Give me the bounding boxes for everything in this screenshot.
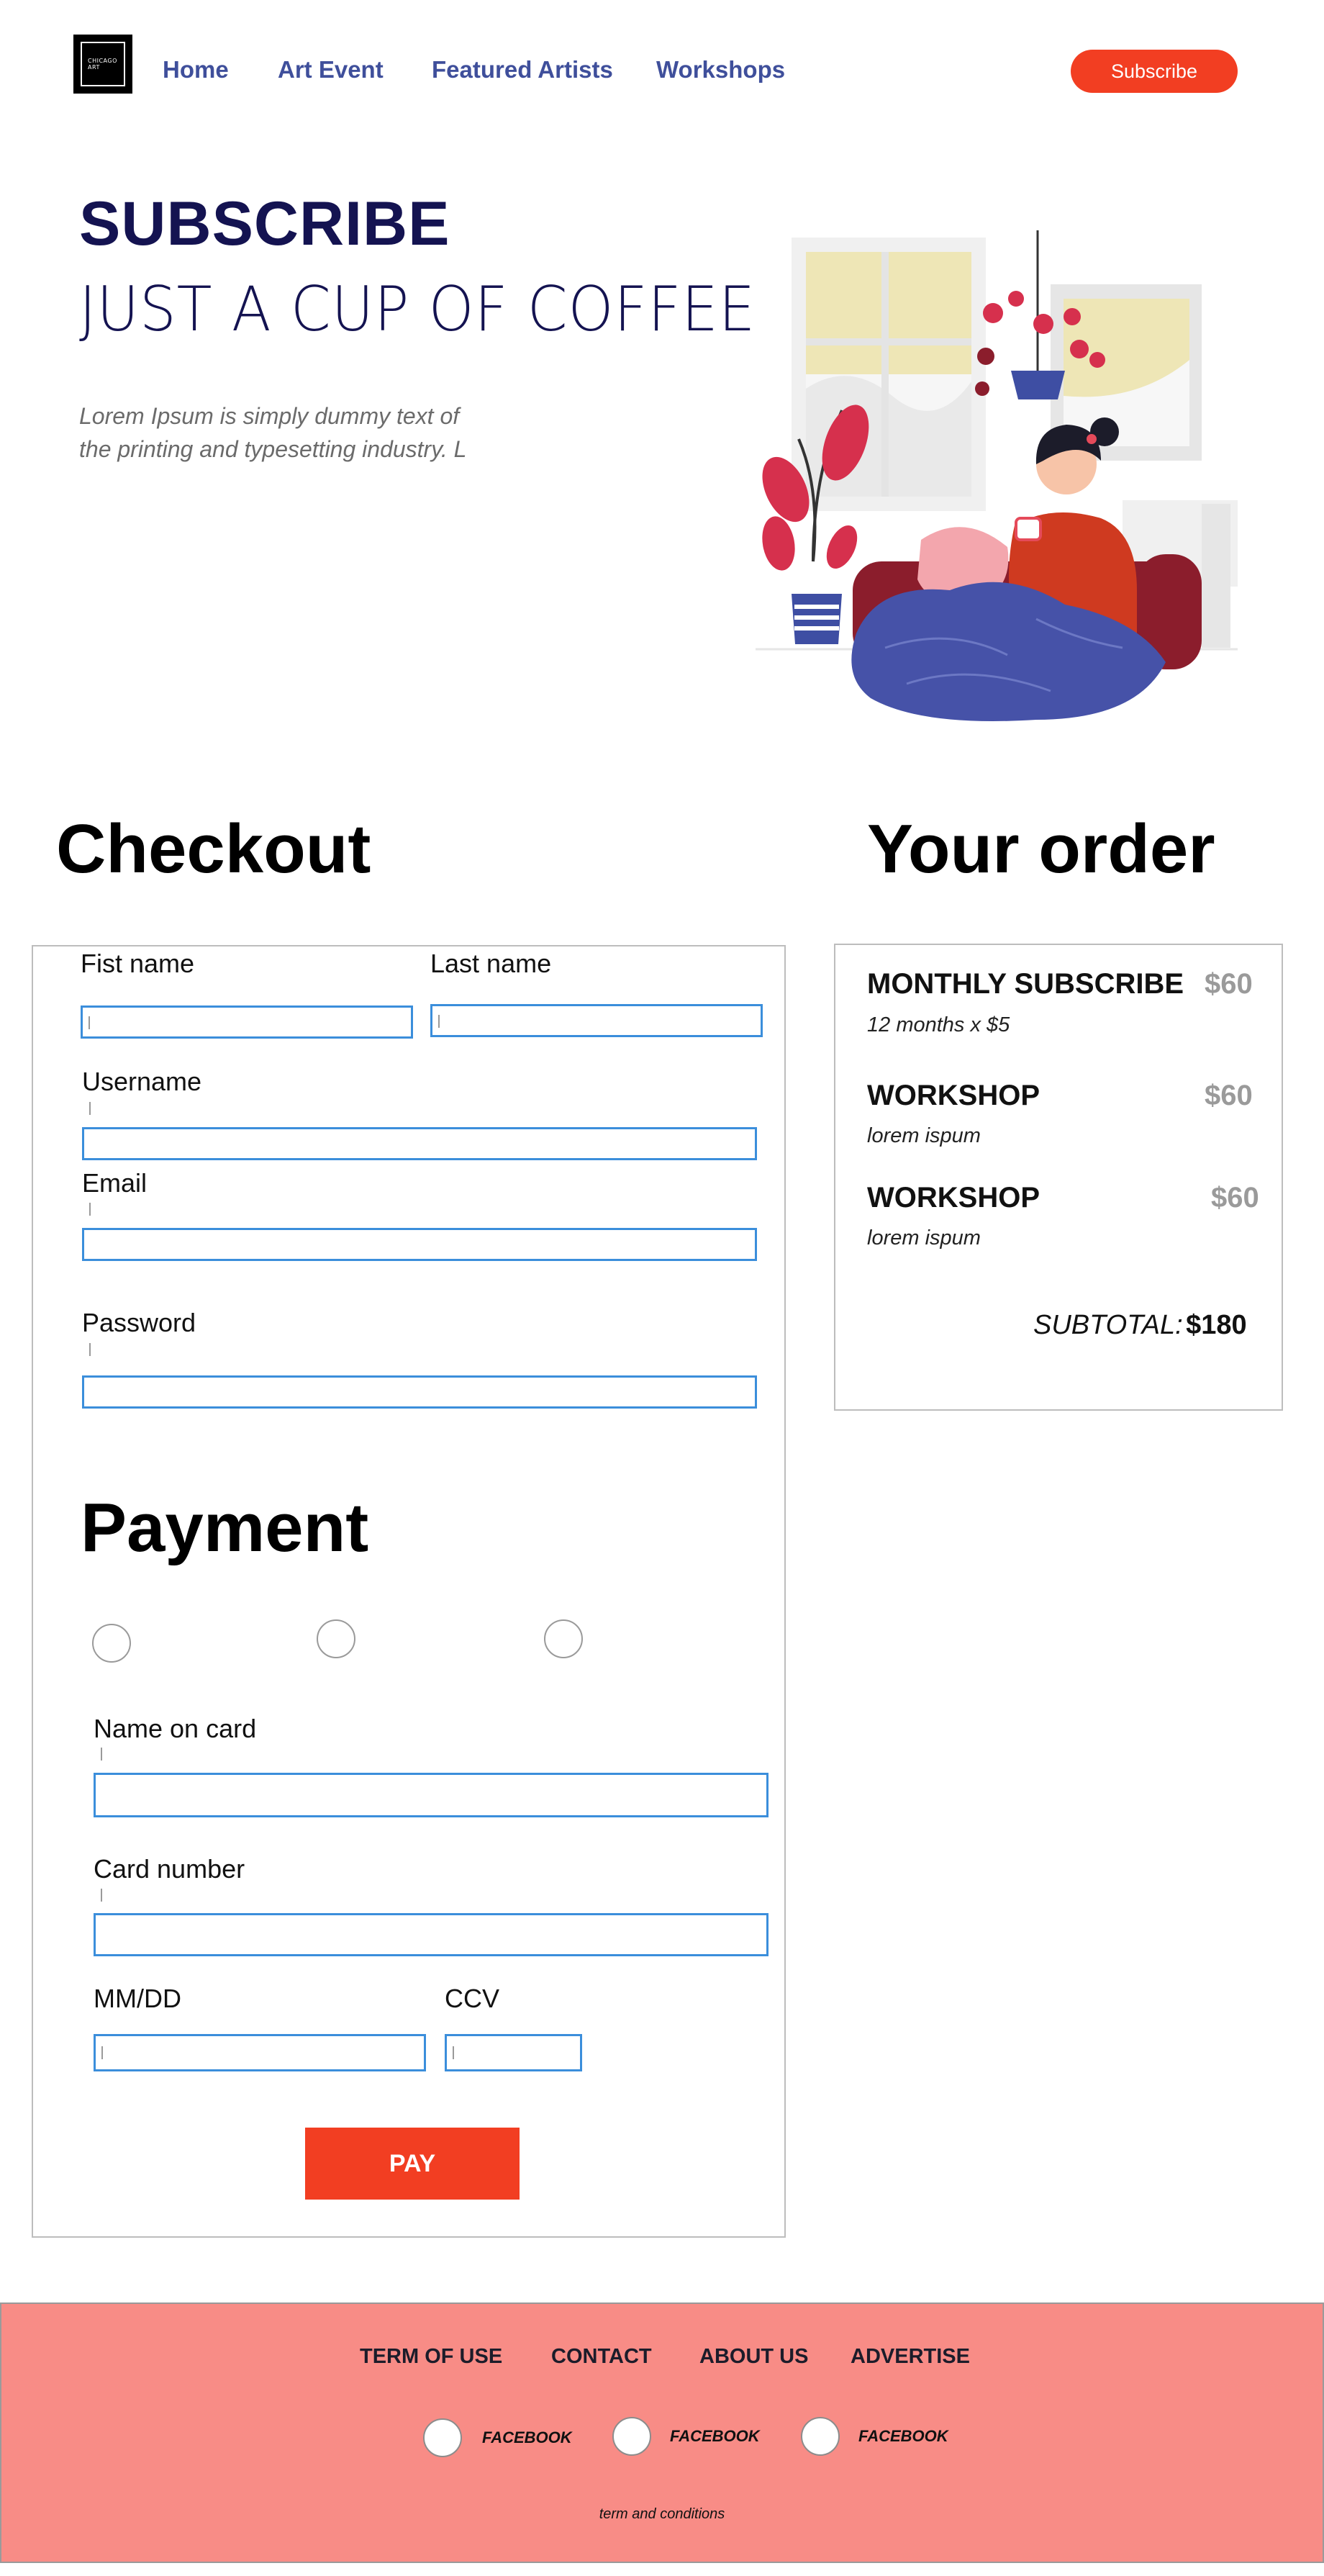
first-name-label: Fist name <box>81 949 195 978</box>
password-label: Password <box>82 1308 196 1337</box>
text-caret <box>101 2046 103 2059</box>
card-number-label: Card number <box>94 1854 245 1884</box>
facebook-icon[interactable] <box>801 2417 840 2456</box>
terms-and-conditions-link[interactable]: term and conditions <box>0 2506 1324 2523</box>
hero-illustration <box>756 230 1238 721</box>
facebook-icon[interactable] <box>423 2418 462 2457</box>
ccv-label: CCV <box>445 1984 500 2013</box>
payment-method-radio-1[interactable] <box>92 1624 131 1663</box>
name-on-card-label: Name on card <box>94 1714 257 1743</box>
hero-description: Lorem Ipsum is simply dummy text of the … <box>79 403 467 462</box>
order-item-price: $60 <box>1205 1080 1253 1111</box>
text-caret <box>89 1102 91 1115</box>
last-name-input[interactable] <box>430 1004 763 1037</box>
footer-link-contact[interactable]: CONTACT <box>551 2345 652 2369</box>
username-label: Username <box>82 1067 202 1096</box>
username-input[interactable] <box>82 1127 757 1160</box>
footer-link-advertise[interactable]: ADVERTISE <box>851 2345 970 2369</box>
nav-link-featured-artists[interactable]: Featured Artists <box>432 56 613 83</box>
text-caret <box>89 1343 91 1356</box>
order-item-price: $60 <box>1211 1182 1259 1214</box>
footer-link-about-us[interactable]: ABOUT US <box>699 2345 808 2369</box>
subscribe-button[interactable]: Subscribe <box>1071 50 1238 93</box>
order-item-desc: 12 months x $5 <box>867 1013 1010 1036</box>
password-input[interactable] <box>82 1375 757 1409</box>
ccv-input[interactable] <box>445 2034 582 2071</box>
facebook-link[interactable]: FACEBOOK <box>482 2428 572 2447</box>
order-item-name: WORKSHOP <box>867 1080 1040 1111</box>
text-caret <box>101 1748 102 1761</box>
order-item-price: $60 <box>1205 968 1253 1000</box>
subtotal-label: SUBTOTAL: <box>1033 1310 1183 1340</box>
facebook-link[interactable]: FACEBOOK <box>670 2427 760 2446</box>
payment-title: Payment <box>81 1489 369 1566</box>
facebook-link[interactable]: FACEBOOK <box>858 2427 948 2446</box>
subtotal-value: $180 <box>1186 1310 1247 1340</box>
footer-link-terms-of-use[interactable]: TERM OF USE <box>360 2345 502 2369</box>
order-item-desc: lorem ispum <box>867 1226 981 1249</box>
hero-subtitle: JUST A CUP OF COFFEE <box>79 274 756 345</box>
order-item-desc: lorem ispum <box>867 1124 981 1147</box>
text-caret <box>101 1889 102 1902</box>
name-on-card-input[interactable] <box>94 1773 768 1817</box>
checkout-title: Checkout <box>56 810 371 887</box>
pay-button[interactable]: PAY <box>305 2128 520 2200</box>
first-name-input[interactable] <box>81 1005 413 1039</box>
facebook-icon[interactable] <box>612 2417 651 2456</box>
logo-text-line2: ART <box>88 64 100 71</box>
last-name-label: Last name <box>430 949 552 978</box>
text-caret <box>89 1016 90 1029</box>
payment-method-radio-3[interactable] <box>544 1619 583 1658</box>
subtotal: SUBTOTAL: $180 <box>1033 1310 1247 1341</box>
email-label: Email <box>82 1168 148 1198</box>
order-item-name: WORKSHOP <box>867 1182 1040 1214</box>
logo[interactable]: CHICAGO ART <box>73 35 132 94</box>
nav-link-home[interactable]: Home <box>163 56 229 83</box>
hero-title: SUBSCRIBE <box>79 189 450 258</box>
payment-method-radio-2[interactable] <box>317 1619 355 1658</box>
expiry-input[interactable] <box>94 2034 426 2071</box>
footer <box>0 2302 1324 2563</box>
logo-text-line1: CHICAGO <box>88 58 117 64</box>
order-title: Your order <box>867 810 1215 887</box>
text-caret <box>453 2046 454 2059</box>
card-number-input[interactable] <box>94 1913 768 1956</box>
expiry-label: MM/DD <box>94 1984 181 2013</box>
order-item-name: MONTHLY SUBSCRIBE <box>867 968 1184 1000</box>
text-caret <box>89 1203 91 1216</box>
email-input[interactable] <box>82 1228 757 1261</box>
nav-link-art-event[interactable]: Art Event <box>278 56 384 83</box>
nav-link-workshops[interactable]: Workshops <box>656 56 785 83</box>
text-caret <box>438 1015 440 1028</box>
